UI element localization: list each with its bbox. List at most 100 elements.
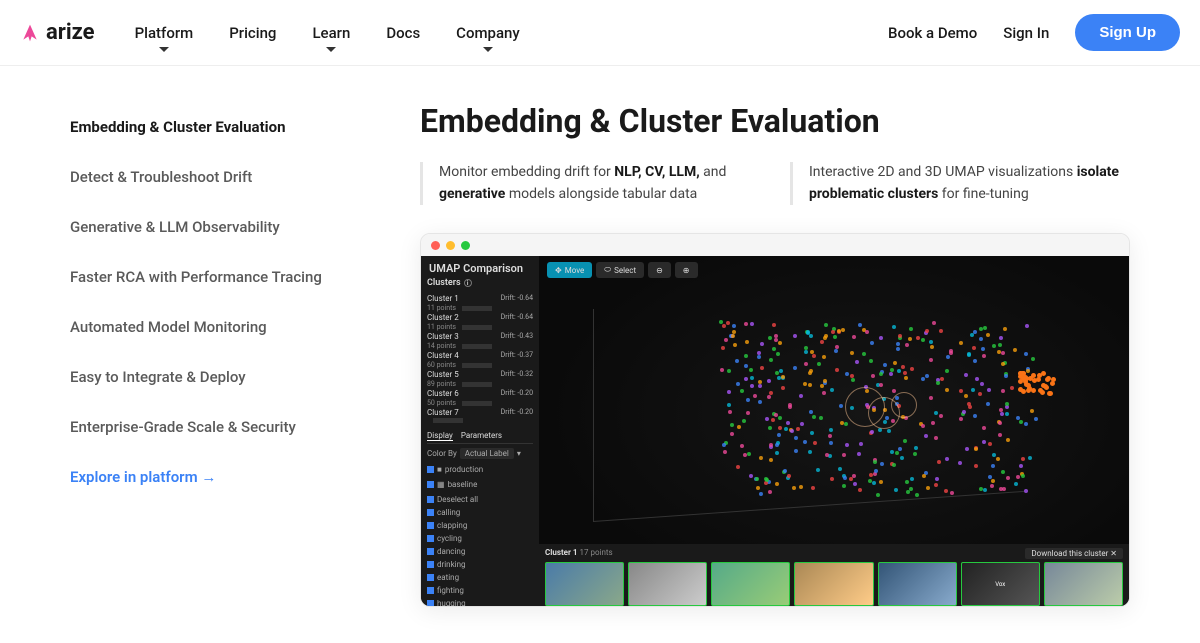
legend-label: production xyxy=(445,465,483,474)
tab-row: Display Parameters xyxy=(427,431,533,444)
book-demo-link[interactable]: Book a Demo xyxy=(888,24,977,42)
legend-item[interactable]: clapping xyxy=(427,519,533,532)
legend-production[interactable]: ■ production xyxy=(427,463,533,476)
checkbox-icon xyxy=(427,600,434,606)
sidebar-item-drift[interactable]: Detect & Troubleshoot Drift xyxy=(70,152,360,202)
sidebar: Embedding & Cluster Evaluation Detect & … xyxy=(70,102,360,607)
move-button[interactable]: ✥ Move xyxy=(547,262,592,278)
legend-list: Deselect all calling clapping cycling da… xyxy=(427,493,533,606)
checkbox-icon xyxy=(427,522,434,529)
cluster-sub: 14 points xyxy=(427,342,533,350)
main: Embedding & Cluster Evaluation Detect & … xyxy=(0,66,1200,643)
content: Embedding & Cluster Evaluation Monitor e… xyxy=(420,102,1130,607)
cluster-row[interactable]: Cluster 7Drift: -0.20 xyxy=(427,407,533,418)
cluster-row[interactable]: Cluster 6Drift: -0.20 xyxy=(427,388,533,399)
cluster-row[interactable]: Cluster 4Drift: -0.37 xyxy=(427,350,533,361)
nav-learn[interactable]: Learn xyxy=(312,24,350,42)
sidebar-item-enterprise[interactable]: Enterprise-Grade Scale & Security xyxy=(70,402,360,452)
sign-up-button[interactable]: Sign Up xyxy=(1075,14,1180,51)
thumbs: Vox xyxy=(545,562,1123,606)
thumb[interactable]: Vox xyxy=(961,562,1040,606)
cluster-list: Cluster 1Drift: -0.6411 pointsCluster 2D… xyxy=(427,293,533,423)
cluster-row[interactable]: Cluster 3Drift: -0.43 xyxy=(427,331,533,342)
info-icon[interactable]: i xyxy=(464,279,472,287)
colorby-label: Color By xyxy=(427,449,457,458)
header-right: Book a Demo Sign In Sign Up xyxy=(888,14,1180,51)
legend-item[interactable]: fighting xyxy=(427,584,533,597)
clusters-header: Clustersi xyxy=(427,278,533,288)
tab-display[interactable]: Display xyxy=(427,431,453,441)
maximize-dot-icon xyxy=(461,241,470,250)
desc-text: and xyxy=(700,164,727,180)
umap-viz[interactable]: ✥ Move ⬭ Select ⊖ ⊕ Cluster 1 17 points … xyxy=(539,256,1129,606)
thumb[interactable] xyxy=(794,562,873,606)
cluster-sub: 89 points xyxy=(427,380,533,388)
desc-col-1: Monitor embedding drift for NLP, CV, LLM… xyxy=(420,162,760,205)
logo[interactable]: arize xyxy=(20,20,95,45)
legend-item[interactable]: dancing xyxy=(427,545,533,558)
nav-docs[interactable]: Docs xyxy=(386,24,420,42)
strip-head: Cluster 1 17 points Download this cluste… xyxy=(545,548,1123,559)
app-umap: UMAP Comparison ✕ Close Clustersi Cluste… xyxy=(421,256,1129,606)
colorby-select[interactable]: Actual Label xyxy=(460,448,514,459)
nav-platform[interactable]: Platform xyxy=(135,24,194,42)
checkbox-icon xyxy=(427,535,434,542)
zoom-in-button[interactable]: ⊕ xyxy=(675,262,698,278)
checkbox-icon xyxy=(427,509,434,516)
checkbox-icon xyxy=(427,481,434,488)
legend-item[interactable]: eating xyxy=(427,571,533,584)
screenshot-window: UMAP Comparison ✕ Close Clustersi Cluste… xyxy=(420,233,1130,607)
legend-item[interactable]: Deselect all xyxy=(427,493,533,506)
explore-link[interactable]: Explore in platform → xyxy=(70,452,360,502)
legend-item[interactable]: cycling xyxy=(427,532,533,545)
cluster-sub: 11 points xyxy=(427,304,533,312)
strip-sub: 17 points xyxy=(579,548,612,557)
bottom-strip: Cluster 1 17 points Download this cluste… xyxy=(539,544,1129,606)
thumb[interactable] xyxy=(1044,562,1123,606)
legend-item[interactable]: drinking xyxy=(427,558,533,571)
zoom-out-button[interactable]: ⊖ xyxy=(648,262,671,278)
header-left: arize Platform Pricing Learn Docs Compan… xyxy=(20,20,520,45)
sidebar-item-embedding[interactable]: Embedding & Cluster Evaluation xyxy=(70,102,360,152)
nav-pricing[interactable]: Pricing xyxy=(229,24,276,42)
checkbox-icon xyxy=(427,574,434,581)
desc-col-2: Interactive 2D and 3D UMAP visualization… xyxy=(790,162,1130,205)
legend-item[interactable]: hugging xyxy=(427,597,533,606)
cluster-row[interactable]: Cluster 5Drift: -0.32 xyxy=(427,369,533,380)
checkbox-icon xyxy=(427,496,434,503)
download-cluster-button[interactable]: Download this cluster ✕ xyxy=(1025,548,1123,559)
colorby-row: Color By Actual Label ▾ xyxy=(427,446,533,461)
thumb[interactable] xyxy=(545,562,624,606)
sidebar-item-monitoring[interactable]: Automated Model Monitoring xyxy=(70,302,360,352)
sidebar-item-integrate[interactable]: Easy to Integrate & Deploy xyxy=(70,352,360,402)
points-layer xyxy=(547,280,1121,546)
cluster-row[interactable]: Cluster 1Drift: -0.64 xyxy=(427,293,533,304)
sign-in-link[interactable]: Sign In xyxy=(1003,24,1049,42)
brand-name: arize xyxy=(46,20,95,45)
close-dot-icon xyxy=(431,241,440,250)
select-button[interactable]: ⬭ Select xyxy=(596,262,644,278)
desc-bold: generative xyxy=(439,186,505,202)
legend-baseline[interactable]: ▦ baseline xyxy=(427,478,533,491)
thumb[interactable] xyxy=(878,562,957,606)
strip-title-text: Cluster 1 xyxy=(545,548,577,557)
nav: Platform Pricing Learn Docs Company xyxy=(135,24,520,42)
nav-company[interactable]: Company xyxy=(456,24,520,42)
thumb[interactable] xyxy=(711,562,790,606)
cluster-row[interactable]: Cluster 2Drift: -0.64 xyxy=(427,312,533,323)
desc-bold: NLP, CV, LLM, xyxy=(614,164,699,180)
cluster-sub: 60 points xyxy=(427,361,533,369)
thumb[interactable] xyxy=(628,562,707,606)
window-chrome xyxy=(421,234,1129,256)
desc-text: Monitor embedding drift for xyxy=(439,164,614,180)
legend-label: baseline xyxy=(448,480,478,489)
checkbox-icon xyxy=(427,587,434,594)
panel-left: Clustersi Cluster 1Drift: -0.6411 points… xyxy=(421,256,539,606)
viz-toolbar: ✥ Move ⬭ Select ⊖ ⊕ xyxy=(547,262,698,278)
sidebar-item-llm[interactable]: Generative & LLM Observability xyxy=(70,202,360,252)
tab-parameters[interactable]: Parameters xyxy=(461,431,502,441)
desc-text: Interactive 2D and 3D UMAP visualization… xyxy=(809,164,1077,180)
clusters-label: Clusters xyxy=(427,278,461,288)
legend-item[interactable]: calling xyxy=(427,506,533,519)
sidebar-item-rca[interactable]: Faster RCA with Performance Tracing xyxy=(70,252,360,302)
